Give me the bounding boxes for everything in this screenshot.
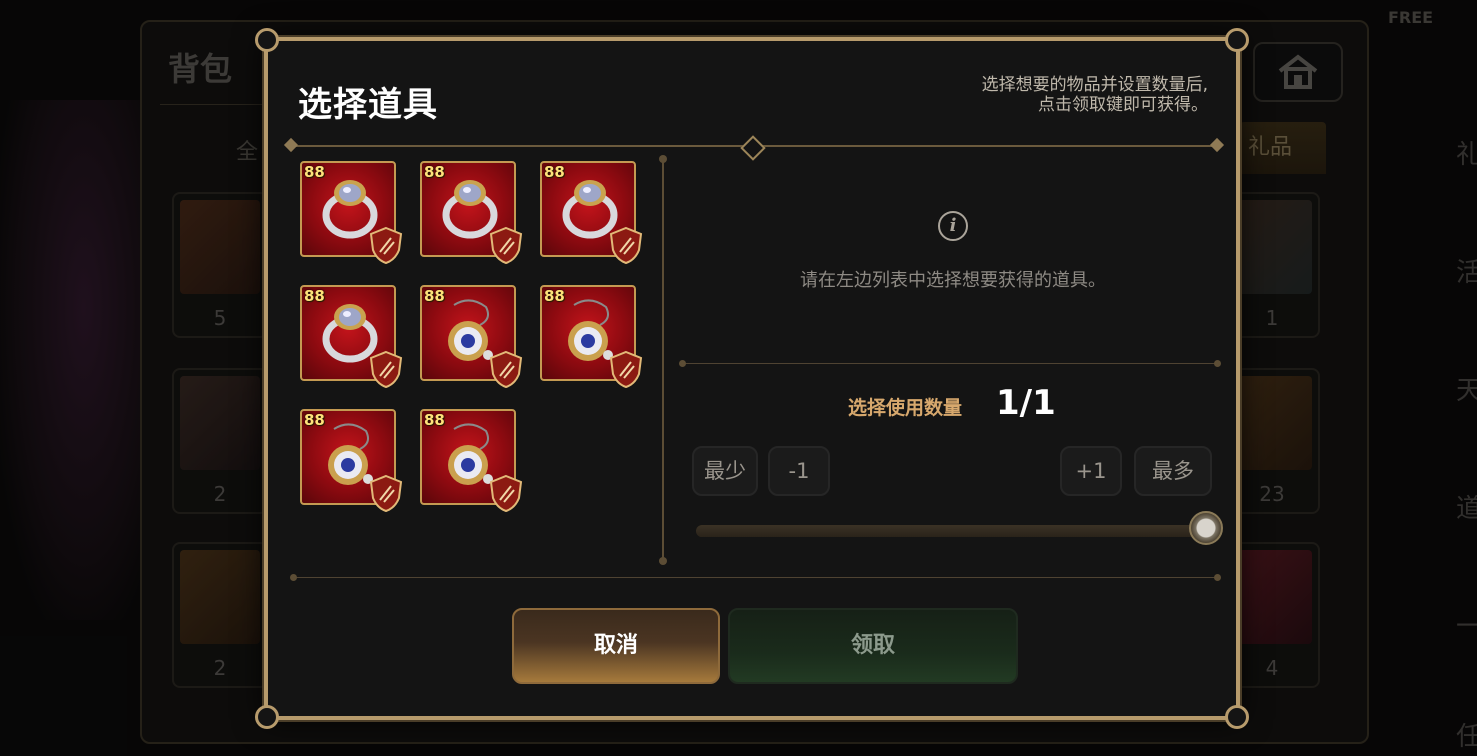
item-slot-ring[interactable]: 88 bbox=[300, 285, 403, 388]
select-prompt: 请在左边列表中选择想要获得的道具。 bbox=[800, 270, 1106, 291]
item-level: 88 bbox=[544, 163, 565, 181]
shield-crest-icon bbox=[489, 226, 523, 264]
quantity-slider-fill bbox=[696, 525, 1212, 537]
item-slot-pocket-watch[interactable]: 88 bbox=[540, 285, 643, 388]
frame-corner bbox=[1225, 28, 1249, 52]
quantity-value: 1/1 bbox=[996, 383, 1056, 423]
item-slot-pocket-watch[interactable]: 88 bbox=[420, 409, 523, 512]
quantity-slider-knob[interactable] bbox=[1189, 511, 1223, 545]
divider-end-ornament bbox=[283, 137, 299, 153]
item-level: 88 bbox=[424, 163, 445, 181]
item-slot-pocket-watch[interactable]: 88 bbox=[420, 285, 523, 388]
panel-divider bbox=[662, 159, 664, 561]
frame-corner bbox=[1225, 705, 1249, 729]
quantity-slider-track[interactable] bbox=[696, 525, 1212, 537]
frame-corner bbox=[255, 705, 279, 729]
item-level: 88 bbox=[424, 287, 445, 305]
divider-center-ornament bbox=[740, 135, 766, 161]
shield-crest-icon bbox=[489, 474, 523, 512]
dialog-hint: 选择想要的物品并设置数量后, 点击领取键即可获得。 bbox=[868, 75, 1208, 115]
item-level: 88 bbox=[304, 411, 325, 429]
divider-dot bbox=[1214, 360, 1221, 367]
divider-dot bbox=[679, 360, 686, 367]
info-icon: i bbox=[938, 211, 968, 241]
divider-dot bbox=[290, 574, 297, 581]
select-item-dialog: 选择道具 选择想要的物品并设置数量后, 点击领取键即可获得。 88 88 88 … bbox=[255, 28, 1249, 729]
shield-crest-icon bbox=[489, 350, 523, 388]
shield-crest-icon bbox=[609, 226, 643, 264]
item-level: 88 bbox=[544, 287, 565, 305]
divider-dot bbox=[659, 557, 667, 565]
dialog-hint-line: 选择想要的物品并设置数量后, bbox=[981, 75, 1208, 95]
item-slot-ring[interactable]: 88 bbox=[420, 161, 523, 264]
item-slot-pocket-watch[interactable]: 88 bbox=[300, 409, 403, 512]
quantity-label: 选择使用数量 bbox=[848, 397, 963, 419]
dialog-title: 选择道具 bbox=[298, 85, 438, 125]
item-slot-ring[interactable]: 88 bbox=[540, 161, 643, 264]
divider-dot bbox=[659, 155, 667, 163]
divider-dot bbox=[1214, 574, 1221, 581]
increment-button[interactable]: +1 bbox=[1060, 446, 1122, 496]
item-level: 88 bbox=[304, 287, 325, 305]
dialog-hint-line: 点击领取键即可获得。 bbox=[1038, 95, 1208, 115]
item-slot-ring[interactable]: 88 bbox=[300, 161, 403, 264]
item-level: 88 bbox=[304, 163, 325, 181]
max-button[interactable]: 最多 bbox=[1134, 446, 1212, 496]
frame-corner bbox=[255, 28, 279, 52]
section-divider bbox=[682, 363, 1218, 364]
decrement-button[interactable]: -1 bbox=[768, 446, 830, 496]
min-button[interactable]: 最少 bbox=[692, 446, 758, 496]
item-level: 88 bbox=[424, 411, 445, 429]
shield-crest-icon bbox=[369, 474, 403, 512]
shield-crest-icon bbox=[609, 350, 643, 388]
shield-crest-icon bbox=[369, 226, 403, 264]
cancel-button[interactable]: 取消 bbox=[512, 608, 720, 684]
shield-crest-icon bbox=[369, 350, 403, 388]
footer-divider bbox=[294, 577, 1218, 578]
divider-end-ornament bbox=[1209, 137, 1225, 153]
claim-button[interactable]: 领取 bbox=[728, 608, 1018, 684]
